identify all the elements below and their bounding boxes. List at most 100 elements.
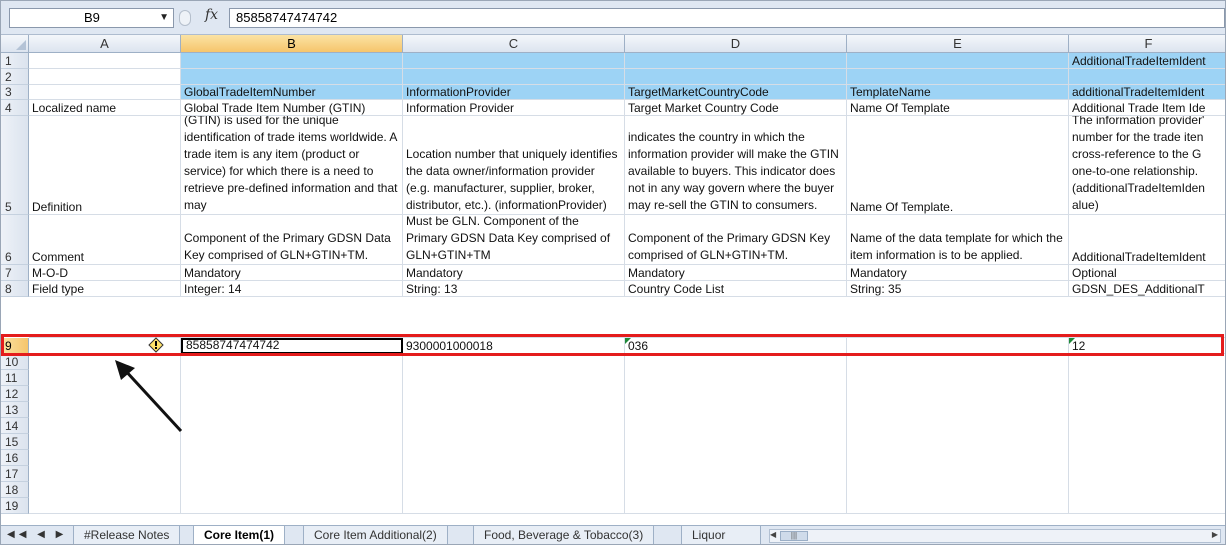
cell-f8[interactable]: GDSN_DES_AdditionalT [1069,281,1225,297]
horizontal-scrollbar[interactable]: ◀ ||| ▶ [769,529,1221,543]
row-header-4[interactable]: 4 [1,100,29,116]
row-header-2[interactable]: 2 [1,69,29,85]
cell-e1[interactable] [847,53,1069,69]
cell-c6[interactable]: Must be GLN. Component of the Primary GD… [403,215,625,265]
warning-icon[interactable] [148,337,164,353]
cell-d8[interactable]: Country Code List [625,281,847,297]
row-header-7[interactable]: 7 [1,265,29,281]
sheet-tab-core-item-additional-2[interactable]: Core Item Additional(2) [303,526,448,544]
row-header-5[interactable]: 5 [1,116,29,215]
row-header-12[interactable]: 12 [1,386,29,402]
row-header-10[interactable]: 10 [1,354,29,370]
cell-e7[interactable]: Mandatory [847,265,1069,281]
cell-b8[interactable]: Integer: 14 [181,281,403,297]
formula-bar-splitter[interactable] [179,8,191,28]
cell-f4[interactable]: Additional Trade Item Ide [1069,100,1225,116]
empty-area-f[interactable] [1069,354,1225,514]
cell-f1[interactable]: AdditionalTradeItemIdent [1069,53,1225,69]
column-header-f[interactable]: F [1069,35,1225,53]
sheet-tab-liquor[interactable]: Liquor [681,526,761,544]
row-header-13[interactable]: 13 [1,402,29,418]
cell-e2[interactable] [847,69,1069,85]
cell-d6[interactable]: Component of the Primary GDSN Key compri… [625,215,847,265]
select-all-button[interactable] [1,35,29,53]
annotation-arrow [115,360,183,433]
cell-e5[interactable]: Name Of Template. [847,116,1069,215]
cell-e4[interactable]: Name Of Template [847,100,1069,116]
cell-f3[interactable]: additionalTradeItemIdent [1069,85,1225,100]
cell-a2[interactable] [29,69,181,85]
cell-f7[interactable]: Optional [1069,265,1225,281]
row-header-15[interactable]: 15 [1,434,29,450]
empty-area-e[interactable] [847,354,1069,514]
row-header-11[interactable]: 11 [1,370,29,386]
cell-e9[interactable] [847,338,1069,354]
chevron-down-icon[interactable]: ▼ [159,9,169,27]
cell-f6[interactable]: AdditionalTradeItemIdent [1069,215,1225,265]
cell-b1[interactable] [181,53,403,69]
cell-c9[interactable]: 9300001000018 [403,338,625,354]
cell-d9[interactable]: 036 [625,338,847,354]
cell-b5[interactable]: (GTIN) is used for the unique identifica… [181,116,403,215]
row-header-8[interactable]: 8 [1,281,29,297]
column-header-d[interactable]: D [625,35,847,53]
scrollbar-thumb[interactable]: ||| [780,531,808,541]
cell-a8[interactable]: Field type [29,281,181,297]
cell-a6[interactable]: Comment [29,215,181,265]
cell-e8[interactable]: String: 35 [847,281,1069,297]
cell-a5[interactable]: Definition [29,116,181,215]
scroll-left-icon[interactable]: ◀ [770,530,776,539]
cell-b9[interactable]: 85858747474742 [181,338,403,354]
insert-function-icon[interactable]: fx [205,7,218,23]
row-header-19[interactable]: 19 [1,498,29,514]
sheet-tab-release-notes[interactable]: #Release Notes [73,526,181,544]
empty-area-c[interactable] [403,354,625,514]
row-header-6[interactable]: 6 [1,215,29,265]
cell-f9[interactable]: 12 [1069,338,1225,354]
column-header-c[interactable]: C [403,35,625,53]
cell-b6[interactable]: Component of the Primary GDSN Data Key c… [181,215,403,265]
formula-input[interactable]: 85858747474742 [229,8,1225,28]
cell-b7[interactable]: Mandatory [181,265,403,281]
scroll-right-icon[interactable]: ▶ [1212,530,1218,539]
row-header-3[interactable]: 3 [1,85,29,100]
cell-a4[interactable]: Localized name [29,100,181,116]
column-header-e[interactable]: E [847,35,1069,53]
cell-a1[interactable] [29,53,181,69]
cell-f2[interactable] [1069,69,1225,85]
row-header-18[interactable]: 18 [1,482,29,498]
cell-a3[interactable] [29,85,181,100]
row-header-16[interactable]: 16 [1,450,29,466]
cell-c5[interactable]: Location number that uniquely identifies… [403,116,625,215]
empty-area-b[interactable] [181,354,403,514]
sheet-tab-core-item-1[interactable]: Core Item(1) [193,526,286,544]
cell-c3[interactable]: InformationProvider [403,85,625,100]
cell-d3[interactable]: TargetMarketCountryCode [625,85,847,100]
column-header-b[interactable]: B [181,35,403,53]
cell-d1[interactable] [625,53,847,69]
cell-c1[interactable] [403,53,625,69]
cell-b2[interactable] [181,69,403,85]
cell-b4[interactable]: Global Trade Item Number (GTIN) [181,100,403,116]
cell-f5[interactable]: The information provider' number for the… [1069,116,1225,215]
cell-c8[interactable]: String: 13 [403,281,625,297]
row-header-14[interactable]: 14 [1,418,29,434]
column-header-a[interactable]: A [29,35,181,53]
row-header-17[interactable]: 17 [1,466,29,482]
cell-d2[interactable] [625,69,847,85]
cell-c4[interactable]: Information Provider [403,100,625,116]
cell-c7[interactable]: Mandatory [403,265,625,281]
cell-a7[interactable]: M-O-D [29,265,181,281]
name-box[interactable]: B9 ▼ [9,8,174,28]
sheet-tab-food-beverage-tobacco-3[interactable]: Food, Beverage & Tobacco(3) [473,526,655,544]
cell-e6[interactable]: Name of the data template for which the … [847,215,1069,265]
cell-e3[interactable]: TemplateName [847,85,1069,100]
cell-b3[interactable]: GlobalTradeItemNumber [181,85,403,100]
row-header-9[interactable]: 9 [1,338,29,354]
cell-d4[interactable]: Target Market Country Code [625,100,847,116]
empty-area-d[interactable] [625,354,847,514]
cell-d5[interactable]: indicates the country in which the infor… [625,116,847,215]
row-header-1[interactable]: 1 [1,53,29,69]
cell-c2[interactable] [403,69,625,85]
cell-d7[interactable]: Mandatory [625,265,847,281]
